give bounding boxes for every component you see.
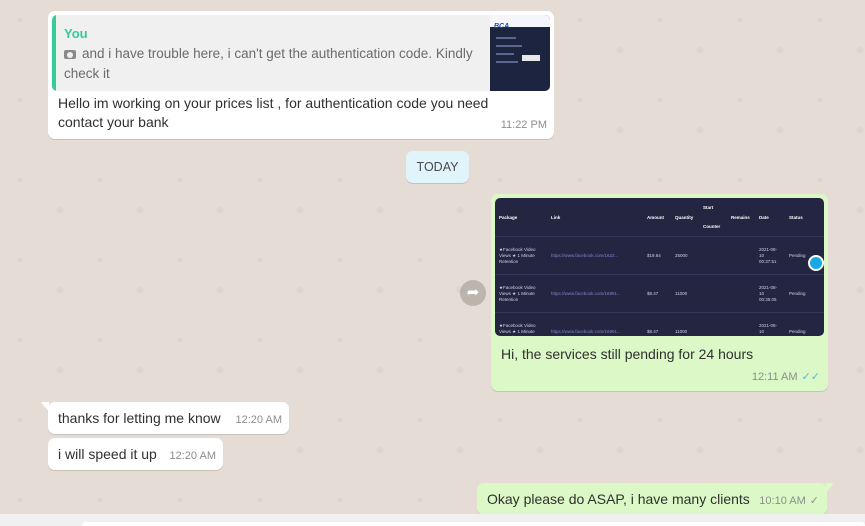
cell-start-counter [699,236,727,275]
message-time-status: 10:10 AM ✓ [759,492,819,511]
thumbnail-line [496,37,516,39]
quoted-message[interactable]: You and i have trouble here, i can't get… [52,15,550,91]
image-message[interactable]: Package Link Amount Quantity Start Count… [491,194,828,391]
date-divider: TODAY [406,151,469,183]
quote-accent-bar [52,15,56,91]
image-caption: Hi, the services still pending for 24 ho… [501,346,754,362]
table-row: ★Facebook Video Views ★ 1 Minute Retenti… [495,312,824,336]
quote-text: and i have trouble here, i can't get the… [64,44,474,84]
cell-quantity: 25000 [671,236,699,275]
cell-status: Pending [785,312,824,336]
message-time-status: 12:11 AM ✓✓ [752,368,820,387]
cell-amount: $8.47 [643,274,671,313]
col-remains: Remains [727,198,755,237]
cell-quantity: 11000 [671,274,699,313]
cell-link: https://www.facebook.com/16961... [547,274,643,313]
cell-date: 2021-08-10 00:37:51 [755,236,785,275]
message-text: i will speed it up [58,446,157,462]
message-input[interactable] [82,522,865,526]
speed-message[interactable]: i will speed it up 12:20 AM [48,438,223,470]
message-time: 12:11 AM [751,371,798,383]
col-package: Package [495,198,547,237]
cell-status: Pending [785,274,824,313]
table-row: ★Facebook Video Views ★ 1 Minute Retenti… [495,274,824,313]
quote-thumbnail[interactable]: BCA [490,15,550,91]
image-attachment[interactable]: Package Link Amount Quantity Start Count… [495,198,824,336]
message-text: Okay please do ASAP, i have many clients [487,491,750,507]
thumbnail-input-box [522,55,540,61]
forward-icon[interactable]: ➦ [460,280,486,306]
cell-start-counter [699,274,727,313]
col-link: Link [547,198,643,237]
cell-package: ★Facebook Video Views ★ 1 Minute Retenti… [495,274,547,313]
double-check-icon: ✓✓ [801,371,820,383]
table-row: ★Facebook Video Views ★ 1 Minute Retenti… [495,236,824,275]
col-start-counter: Start Counter [699,198,727,237]
cell-link: https://www.facebook.com/16961... [547,312,643,336]
reply-message[interactable]: You and i have trouble here, i can't get… [48,11,554,139]
table-header-row: Package Link Amount Quantity Start Count… [495,198,824,237]
col-quantity: Quantity [671,198,699,237]
message-time: 11:22 PM [500,119,547,131]
asap-message[interactable]: Okay please do ASAP, i have many clients… [477,483,834,515]
chat-widget-icon [808,255,824,271]
cell-date: 2021-08-10 00:34:22 [755,312,785,336]
thumbnail-line [496,53,514,55]
cell-remains [727,274,755,313]
cell-start-counter [699,312,727,336]
cell-package: ★Facebook Video Views ★ 1 Minute Retenti… [495,312,547,336]
orders-table: Package Link Amount Quantity Start Count… [495,198,824,336]
cell-quantity: 11000 [671,312,699,336]
message-text: thanks for letting me know [58,410,221,426]
message-time: 12:20 AM [169,450,216,462]
check-icon: ✓ [809,495,819,507]
cell-amount: $8.47 [643,312,671,336]
message-time: 12:20 AM [235,414,282,426]
message-time: 10:10 AM [759,495,806,507]
thumbnail-logo: BCA [494,23,510,30]
thanks-message[interactable]: thanks for letting me know 12:20 AM [41,402,289,434]
thumbnail-line [496,45,522,47]
quote-author: You [64,26,88,41]
camera-icon [64,50,76,59]
col-date: Date [755,198,785,237]
message-text: Hello im working on your prices list , f… [58,95,489,130]
cell-amount: $19.64 [643,236,671,275]
cell-date: 2021-08-10 00:35:05 [755,274,785,313]
cell-remains [727,236,755,275]
cell-remains [727,312,755,336]
cell-link: https://www.facebook.com/1622... [547,236,643,275]
col-status: Status [785,198,824,237]
quote-text-content: and i have trouble here, i can't get the… [64,46,473,81]
cell-package: ★Facebook Video Views ★ 1 Minute Retenti… [495,236,547,275]
col-amount: Amount [643,198,671,237]
thumbnail-line [496,61,518,63]
